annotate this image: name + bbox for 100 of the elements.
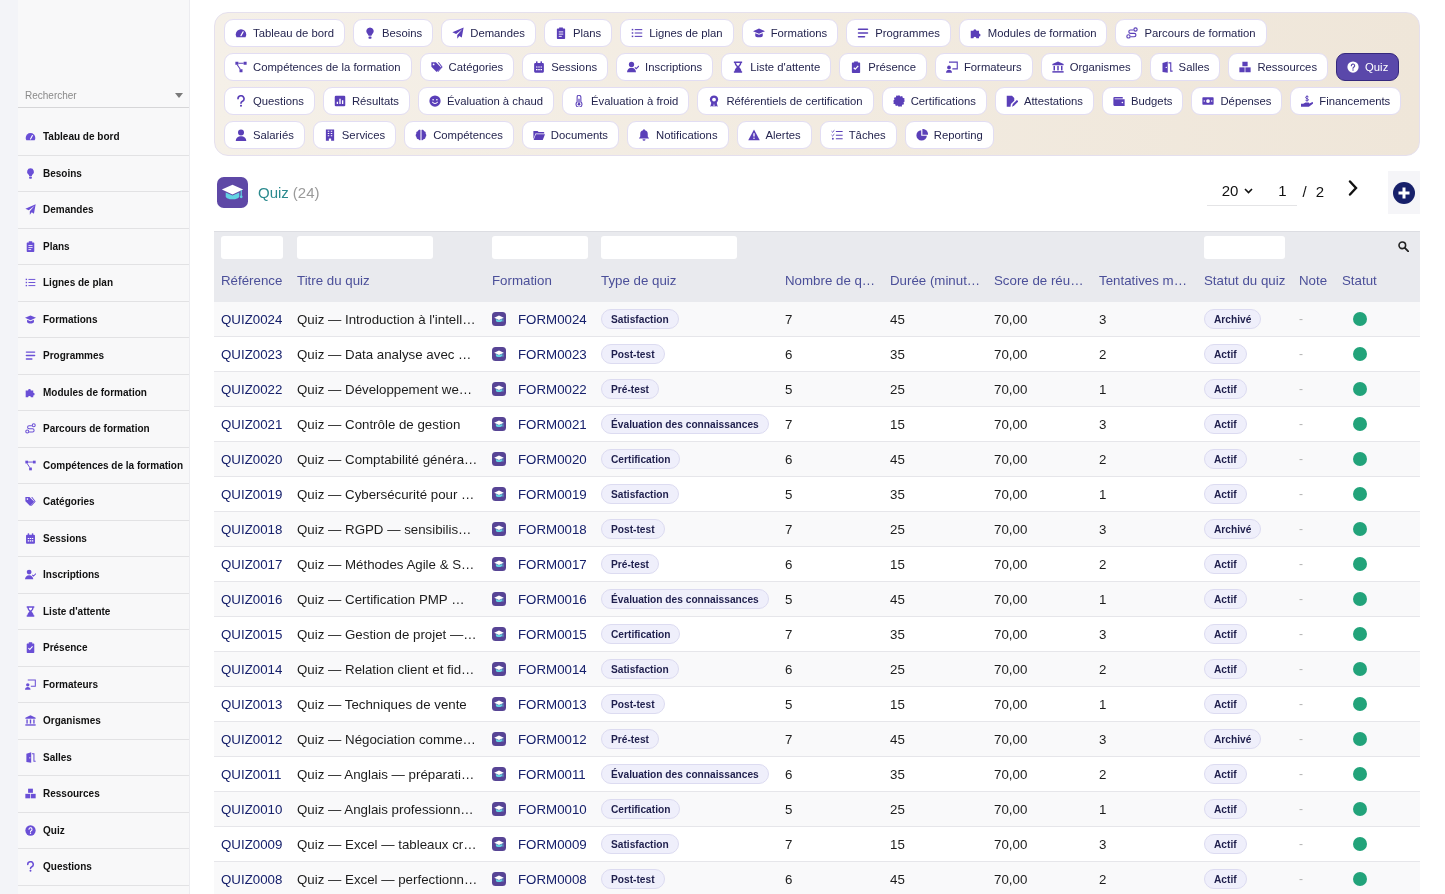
nav-tab[interactable]: Demandes bbox=[441, 19, 536, 47]
nav-tab[interactable]: Inscriptions bbox=[616, 53, 714, 81]
formation-link[interactable]: FORM0013 bbox=[518, 696, 587, 712]
formation-link[interactable]: FORM0022 bbox=[518, 381, 587, 397]
sidebar-item[interactable]: Quiz bbox=[18, 812, 189, 849]
formation-link[interactable]: FORM0014 bbox=[518, 661, 587, 677]
page-size-select[interactable]: 20 bbox=[1207, 176, 1268, 206]
quiz-reference-link[interactable]: QUIZ0024 bbox=[221, 311, 283, 327]
nav-tab[interactable]: Catégories bbox=[419, 53, 515, 81]
nav-tab[interactable]: Dépenses bbox=[1191, 87, 1283, 115]
nav-tab[interactable]: Budgets bbox=[1101, 87, 1184, 115]
next-page-button[interactable] bbox=[1346, 178, 1360, 198]
nav-tab[interactable]: Compétences de la formation bbox=[224, 53, 412, 81]
sidebar-item[interactable]: Modules de formation bbox=[18, 374, 189, 411]
nav-tab[interactable]: Modules de formation bbox=[958, 19, 1108, 47]
formation-link[interactable]: FORM0012 bbox=[518, 731, 587, 747]
nav-tab[interactable]: Résultats bbox=[322, 87, 410, 115]
sidebar-item[interactable]: Salles bbox=[18, 739, 189, 776]
quiz-reference-link[interactable]: QUIZ0020 bbox=[221, 451, 283, 467]
sidebar-item[interactable]: Tableau de bord bbox=[18, 119, 189, 156]
formation-link[interactable]: FORM0023 bbox=[518, 346, 587, 362]
nav-tab[interactable]: Certifications bbox=[881, 87, 987, 115]
search-icon[interactable] bbox=[1398, 241, 1409, 252]
quiz-reference-link[interactable]: QUIZ0019 bbox=[221, 486, 283, 502]
formation-link[interactable]: FORM0011 bbox=[518, 766, 586, 782]
nav-tab[interactable]: Programmes bbox=[846, 19, 951, 47]
sidebar-item[interactable]: Inscriptions bbox=[18, 557, 189, 594]
nav-tab[interactable]: Tâches bbox=[819, 121, 897, 149]
sidebar-item[interactable]: Catégories bbox=[18, 484, 189, 521]
nav-tab[interactable]: Évaluation à froid bbox=[562, 87, 690, 115]
formation-link[interactable]: FORM0008 bbox=[518, 871, 587, 887]
nav-tab[interactable]: Quiz bbox=[1336, 53, 1400, 81]
search-field[interactable]: Rechercher bbox=[18, 84, 189, 108]
nav-tab[interactable]: Lignes de plan bbox=[620, 19, 734, 47]
sidebar-item[interactable]: Programmes bbox=[18, 338, 189, 375]
sidebar-item[interactable]: Sessions bbox=[18, 520, 189, 557]
nav-tab[interactable]: Besoins bbox=[353, 19, 434, 47]
quiz-reference-link[interactable]: QUIZ0013 bbox=[221, 696, 283, 712]
quiz-reference-link[interactable]: QUIZ0018 bbox=[221, 521, 283, 537]
nav-tab[interactable]: Évaluation à chaud bbox=[417, 87, 555, 115]
nav-tab[interactable]: Tableau de bord bbox=[224, 19, 346, 47]
nav-tab[interactable]: Reporting bbox=[904, 121, 994, 149]
formation-link[interactable]: FORM0015 bbox=[518, 626, 587, 642]
sidebar-item[interactable]: Parcours de formation bbox=[18, 411, 189, 448]
nav-tab[interactable]: Questions bbox=[224, 87, 315, 115]
nav-tab[interactable]: Compétences bbox=[404, 121, 514, 149]
quiz-reference-link[interactable]: QUIZ0012 bbox=[221, 731, 283, 747]
sidebar-item[interactable]: Compétences de la formation bbox=[18, 447, 189, 484]
nav-tab[interactable]: Salles bbox=[1149, 53, 1221, 81]
quiz-reference-link[interactable]: QUIZ0008 bbox=[221, 871, 283, 887]
quiz-reference-link[interactable]: QUIZ0023 bbox=[221, 346, 283, 362]
nav-tab[interactable]: Liste d'attente bbox=[721, 53, 832, 81]
formation-link[interactable]: FORM0019 bbox=[518, 486, 587, 502]
nav-tab[interactable]: Ressources bbox=[1228, 53, 1329, 81]
quiz-reference-link[interactable]: QUIZ0016 bbox=[221, 591, 283, 607]
formation-link[interactable]: FORM0018 bbox=[518, 521, 587, 537]
formation-link[interactable]: FORM0009 bbox=[518, 836, 587, 852]
nav-tab[interactable]: Notifications bbox=[627, 121, 729, 149]
quiz-reference-link[interactable]: QUIZ0014 bbox=[221, 661, 283, 677]
nav-tab[interactable]: Services bbox=[312, 121, 397, 149]
nav-tab[interactable]: Financements bbox=[1290, 87, 1402, 115]
nav-tab[interactable]: Formations bbox=[741, 19, 839, 47]
nav-tab[interactable]: Référentiels de certification bbox=[697, 87, 874, 115]
formation-link[interactable]: FORM0016 bbox=[518, 591, 587, 607]
puzzle-icon bbox=[969, 27, 982, 39]
formation-link[interactable]: FORM0017 bbox=[518, 556, 587, 572]
formation-link[interactable]: FORM0021 bbox=[518, 416, 587, 432]
nav-tab[interactable]: Documents bbox=[521, 121, 619, 149]
sidebar-item[interactable]: Formateurs bbox=[18, 666, 189, 703]
quiz-reference-link[interactable]: QUIZ0009 bbox=[221, 836, 283, 852]
quiz-reference-link[interactable]: QUIZ0021 bbox=[221, 416, 283, 432]
sidebar-item[interactable]: Organismes bbox=[18, 703, 189, 740]
nav-tab[interactable]: Formateurs bbox=[934, 53, 1033, 81]
sidebar-item[interactable]: Questions bbox=[18, 849, 189, 886]
quiz-reference-link[interactable]: QUIZ0015 bbox=[221, 626, 283, 642]
formation-link[interactable]: FORM0010 bbox=[518, 801, 587, 817]
formation-link[interactable]: FORM0020 bbox=[518, 451, 587, 467]
quiz-reference-link[interactable]: QUIZ0010 bbox=[221, 801, 283, 817]
nav-tab[interactable]: Plans bbox=[543, 19, 613, 47]
formation-link[interactable]: FORM0024 bbox=[518, 311, 587, 327]
nav-tab[interactable]: Attestations bbox=[994, 87, 1094, 115]
sidebar-item[interactable]: Lignes de plan bbox=[18, 265, 189, 302]
sidebar-item[interactable]: Présence bbox=[18, 630, 189, 667]
sidebar-item[interactable]: Plans bbox=[18, 228, 189, 265]
add-button[interactable] bbox=[1388, 171, 1420, 214]
quiz-reference-link[interactable]: QUIZ0017 bbox=[221, 556, 283, 572]
nav-tab[interactable]: Sessions bbox=[522, 53, 609, 81]
sidebar-item[interactable]: Besoins bbox=[18, 155, 189, 192]
sidebar-item[interactable]: Ressources bbox=[18, 776, 189, 813]
sidebar-item[interactable]: Formations bbox=[18, 301, 189, 338]
page-field[interactable]: 1 bbox=[1267, 176, 1298, 206]
nav-tab[interactable]: Alertes bbox=[736, 121, 812, 149]
nav-tab[interactable]: Parcours de formation bbox=[1115, 19, 1267, 47]
sidebar-item[interactable]: Demandes bbox=[18, 192, 189, 229]
sidebar-item[interactable]: Liste d'attente bbox=[18, 593, 189, 630]
quiz-reference-link[interactable]: QUIZ0011 bbox=[221, 766, 282, 782]
nav-tab[interactable]: Salariés bbox=[224, 121, 305, 149]
quiz-reference-link[interactable]: QUIZ0022 bbox=[221, 381, 283, 397]
nav-tab[interactable]: Organismes bbox=[1040, 53, 1142, 81]
nav-tab[interactable]: Présence bbox=[839, 53, 927, 81]
